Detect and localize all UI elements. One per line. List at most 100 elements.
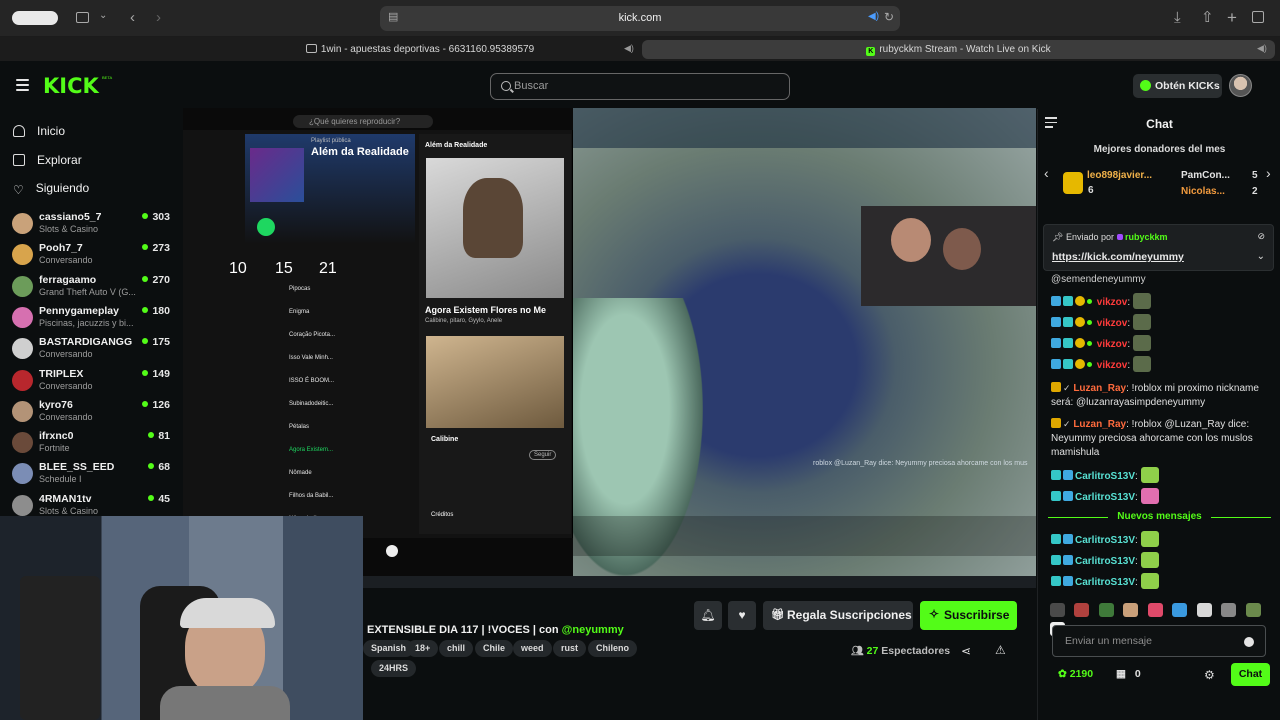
downloads-icon[interactable]: ⤓ [1174, 10, 1181, 25]
search-input[interactable] [514, 80, 774, 92]
chat-username[interactable]: CarlitroS13V [1075, 556, 1135, 567]
stream-tag[interactable]: Chile [475, 640, 514, 657]
tab-kick[interactable]: Krubyckkm Stream - Watch Live on Kick ◀) [642, 40, 1275, 59]
chat-title: Chat [1146, 117, 1173, 131]
subscribe-button[interactable]: ✧ Suscribirse [920, 601, 1017, 630]
stream-tag[interactable]: 24HRS [371, 660, 417, 677]
user-avatar[interactable] [1229, 74, 1252, 97]
tab-audio-icon[interactable]: ◀) [1257, 43, 1267, 54]
tab-1win[interactable]: 1win - apuestas deportivas - 6631160.953… [200, 40, 640, 59]
emote-icon[interactable] [1196, 603, 1212, 617]
gift-counter[interactable]: ▦ 0 [1116, 668, 1141, 680]
stream-tag[interactable]: chill [439, 640, 474, 657]
emote-icon[interactable] [1245, 603, 1261, 617]
video-artist-name: Calibine [431, 436, 459, 443]
chat-username[interactable]: vikzov [1097, 297, 1128, 308]
chat-username[interactable]: vikzov [1097, 318, 1128, 329]
video-playlist-title: Além da Realidade [311, 146, 409, 158]
chat-username[interactable]: vikzov [1097, 339, 1128, 350]
pinned-by-user[interactable]: rubyckkm [1125, 232, 1168, 242]
new-tab-icon[interactable]: + [1227, 9, 1237, 26]
chat-message: vikzov: [1051, 335, 1271, 352]
chevron-right-icon[interactable]: › [1266, 165, 1271, 181]
audio-icon[interactable]: ◀) [868, 12, 879, 22]
pin-icon: 📌︎ [1052, 232, 1064, 242]
emote-icon[interactable] [1221, 603, 1237, 617]
chevron-down-icon[interactable]: ⌄ [1257, 251, 1265, 262]
chat-input-box[interactable] [1052, 625, 1266, 657]
stream-tag[interactable]: Chileno [588, 640, 637, 657]
gift-count-value: 0 [1134, 668, 1141, 680]
pinned-message[interactable]: 📌︎ Enviado por rubyckkm https://kick.com… [1043, 224, 1274, 271]
emote-icon[interactable] [1098, 603, 1114, 617]
chevron-left-icon[interactable]: ‹ [1044, 165, 1049, 181]
chat-username[interactable]: vikzov [1097, 360, 1128, 371]
badge-icon [1087, 362, 1092, 367]
followed-channel[interactable]: TRIPLEX Conversando 149 [12, 368, 172, 399]
chat-message-input[interactable] [1065, 635, 1235, 647]
emote-icon[interactable] [1074, 603, 1090, 617]
sidebar-toggle-icon[interactable] [12, 11, 58, 25]
stream-tag[interactable]: 18+ [407, 640, 439, 657]
chevron-down-icon[interactable]: ⌄ [99, 11, 107, 21]
chat-username[interactable]: CarlitroS13V [1075, 492, 1135, 503]
followed-channel[interactable]: Pooh7_7 Conversando 273 [12, 242, 172, 273]
emote-icon[interactable] [1147, 603, 1163, 617]
nav-inicio[interactable]: Inicio [13, 124, 65, 138]
emote-icon[interactable] [1123, 603, 1139, 617]
followed-channel[interactable]: ifrxnc0 Fortnite 81 [12, 430, 172, 461]
report-icon[interactable]: ⚠ [995, 643, 1006, 657]
nav-label: Explorar [37, 153, 82, 167]
emote-icon [1133, 293, 1152, 309]
check-icon: ✓ [1063, 419, 1071, 429]
share-icon[interactable]: ⇧ [1201, 10, 1214, 25]
followed-channel[interactable]: cassiano5_7 Slots & Casino 303 [12, 211, 172, 242]
channel-viewers: 270 [142, 274, 170, 286]
follow-button[interactable]: ♥ [728, 601, 756, 630]
chat-username[interactable]: CarlitroS13V [1075, 535, 1135, 546]
nav-explorar[interactable]: Explorar [13, 153, 82, 167]
share-icon[interactable]: ⋖ [961, 644, 971, 658]
send-chat-button[interactable]: Chat [1231, 663, 1270, 686]
gift-subs-button[interactable]: 🎁︎ Regala Suscripciones [763, 601, 913, 630]
gear-icon[interactable]: ⚙ [1204, 668, 1215, 682]
forward-icon[interactable]: › [156, 10, 161, 25]
channel-viewers: 45 [148, 493, 170, 505]
crown-icon [1051, 382, 1061, 392]
stream-tag[interactable]: weed [513, 640, 552, 657]
followed-channel[interactable]: kyro76 Conversando 126 [12, 399, 172, 430]
emoji-picker-icon[interactable] [1244, 637, 1254, 647]
nav-siguiendo[interactable]: ♡ Siguiendo [13, 181, 89, 197]
tab-overview-icon[interactable] [1252, 11, 1264, 23]
sidebar-panel-icon[interactable] [76, 12, 89, 23]
stream-tag[interactable]: rust [553, 640, 587, 657]
get-kicks-button[interactable]: Obtén KICKs [1133, 74, 1222, 98]
channel-name: ifrxnc0 [39, 430, 74, 443]
stream-mention[interactable]: @neyummy [562, 624, 624, 636]
address-bar[interactable]: ▤ kick.com ◀) ↻ [380, 6, 900, 31]
video-count-a: 10 [229, 260, 247, 277]
followed-channel[interactable]: Pennygameplay Piscinas, jacuzzis y bi... 1… [12, 305, 172, 336]
channel-category: Fortnite [39, 443, 70, 454]
channel-points[interactable]: ✿ 2190 [1058, 668, 1093, 680]
search-box[interactable] [490, 73, 790, 100]
back-icon[interactable]: ‹ [130, 10, 135, 25]
followed-channel[interactable]: ferragaamo Grand Theft Auto V (G... 270 [12, 274, 172, 305]
notify-button[interactable]: 🔔︎ [694, 601, 722, 630]
menu-icon[interactable] [16, 79, 29, 94]
gift-icon: ▦ [1116, 668, 1126, 680]
pinned-link[interactable]: https://kick.com/neyummy [1052, 251, 1184, 263]
new-messages-divider[interactable]: Nuevos mensajes [1038, 511, 1280, 522]
emote-icon[interactable] [1172, 603, 1188, 617]
chat-username[interactable]: CarlitroS13V [1075, 471, 1135, 482]
chat-username[interactable]: CarlitroS13V [1075, 577, 1135, 588]
unpin-icon[interactable]: ⊘ [1257, 231, 1265, 242]
followed-channel[interactable]: BLEE_SS_EED Schedule I 68 [12, 461, 172, 492]
chat-username[interactable]: Luzan_Ray [1073, 383, 1126, 394]
followed-channel[interactable]: BASTARDIGANGG Conversando 175 [12, 336, 172, 367]
kick-logo[interactable]: KICK [43, 74, 99, 98]
reload-icon[interactable]: ↻ [884, 11, 894, 23]
chat-username[interactable]: Luzan_Ray [1073, 419, 1126, 430]
tab-audio-icon[interactable]: ◀) [624, 43, 634, 54]
emote-icon[interactable] [1050, 603, 1065, 617]
